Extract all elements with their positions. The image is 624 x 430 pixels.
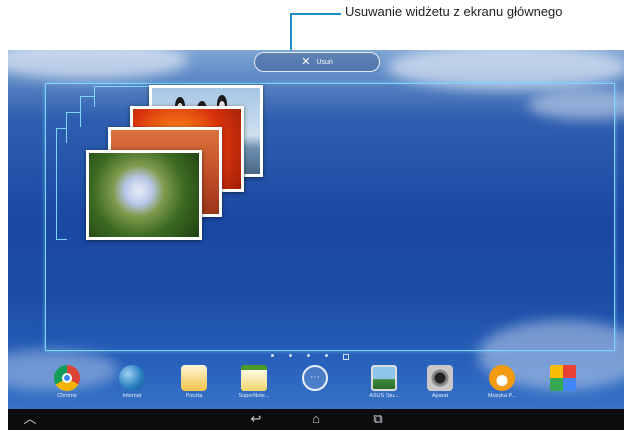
- widget-outline: [66, 112, 81, 143]
- notepad-icon: [241, 365, 267, 391]
- gallery-icon: [371, 365, 397, 391]
- app-chrome[interactable]: Chrome: [39, 363, 95, 399]
- app-label: Chrome: [57, 393, 77, 399]
- cloud: [8, 50, 188, 80]
- app-supernote[interactable]: SuperNote...: [226, 363, 282, 399]
- page-indicator: [271, 354, 349, 360]
- app-label: SuperNote...: [238, 393, 270, 399]
- widget-outline: [56, 128, 67, 240]
- app-label: ASUS Stu...: [369, 393, 399, 399]
- all-apps-icon: ⋯: [302, 365, 328, 391]
- app-label: Poczta: [185, 393, 203, 399]
- close-icon: ✕: [301, 55, 311, 68]
- tablet-home-screen: ✕ Usuń Chrome Internet Poczta SuperNote.…: [8, 50, 624, 430]
- app-label: Muzyka P...: [487, 393, 517, 399]
- photo-hydrangea[interactable]: [86, 150, 202, 240]
- app-mail[interactable]: Poczta: [166, 363, 222, 399]
- app-camera[interactable]: Aparat: [412, 363, 468, 399]
- page-dot[interactable]: [325, 354, 328, 357]
- headphones-icon: [489, 365, 515, 391]
- recents-icon[interactable]: ⧉: [366, 411, 390, 427]
- widget-outline: [94, 86, 151, 107]
- google-folder-icon: [550, 365, 576, 391]
- widget-outline: [80, 96, 95, 127]
- page-dot[interactable]: [307, 354, 310, 357]
- camera-icon: [427, 365, 453, 391]
- callout-text: Usuwanie widżetu z ekranu głównego: [345, 4, 563, 19]
- back-icon[interactable]: ↩: [244, 411, 268, 427]
- callout-line: [291, 13, 341, 15]
- home-icon[interactable]: ⌂: [304, 411, 328, 427]
- app-asus-studio[interactable]: ASUS Stu...: [356, 363, 412, 399]
- app-internet[interactable]: Internet: [104, 363, 160, 399]
- remove-label: Usuń: [316, 58, 333, 66]
- up-arrow-icon[interactable]: ︿: [18, 411, 42, 427]
- remove-widget-button[interactable]: ✕ Usuń: [254, 52, 380, 72]
- page-dot-current[interactable]: [343, 354, 349, 360]
- globe-icon: [119, 365, 145, 391]
- chrome-icon: [54, 365, 80, 391]
- all-apps-button[interactable]: ⋯: [287, 363, 343, 393]
- app-google-folder[interactable]: [535, 363, 591, 393]
- app-music[interactable]: Muzyka P...: [474, 363, 530, 399]
- navigation-bar: ︿ ↩ ⌂ ⧉: [8, 409, 624, 430]
- app-label: Internet: [122, 393, 142, 399]
- page-dot[interactable]: [289, 354, 292, 357]
- app-dock: Chrome Internet Poczta SuperNote... ⋯ AS…: [8, 363, 624, 413]
- mail-icon: [181, 365, 207, 391]
- app-label: Aparat: [431, 393, 449, 399]
- page-dot[interactable]: [271, 354, 274, 357]
